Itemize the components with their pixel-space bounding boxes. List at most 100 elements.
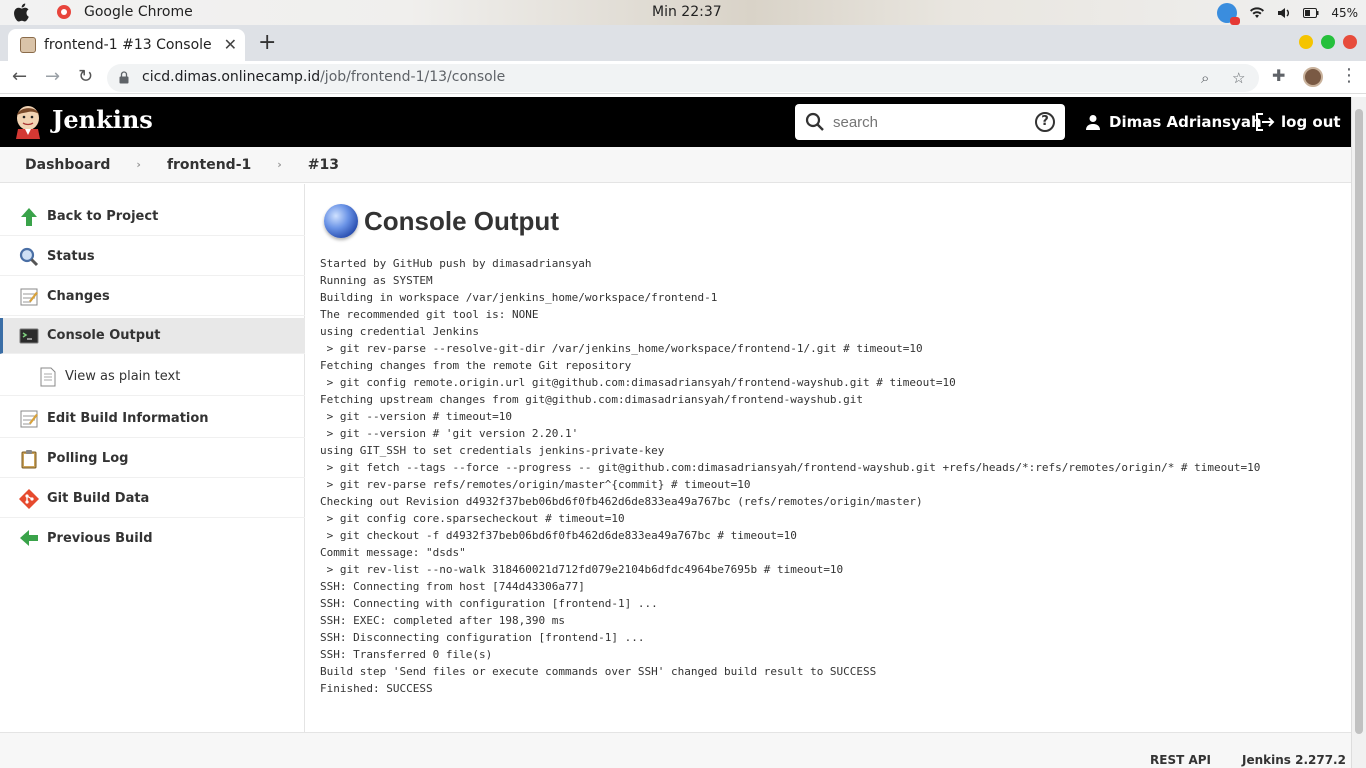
profile-avatar[interactable]	[1303, 67, 1323, 87]
user-link[interactable]: Dimas Adriansyah	[1085, 113, 1262, 131]
up-arrow-icon	[21, 207, 37, 226]
url-domain: cicd.dimas.onlinecamp.id	[142, 69, 321, 85]
console-line: using credential Jenkins	[320, 325, 479, 338]
console-line: Checking out Revision d4932f37beb06bd6f0…	[320, 495, 923, 508]
console-line: Building in workspace /var/jenkins_home/…	[320, 291, 718, 304]
console-line: Fetching changes from the remote Git rep…	[320, 359, 632, 372]
sidebar-item-polling-log[interactable]: Polling Log	[0, 440, 305, 478]
console-line: Finished: SUCCESS	[320, 682, 433, 695]
sidebar-item-label: Changes	[47, 289, 110, 304]
console-line: > git checkout -f d4932f37beb06bd6f0fb46…	[320, 529, 797, 542]
jenkins-version-link[interactable]: Jenkins 2.277.2	[1242, 753, 1346, 767]
scrollbar-thumb[interactable]	[1355, 109, 1363, 734]
user-name: Dimas Adriansyah	[1109, 113, 1262, 131]
console-line: > git rev-parse refs/remotes/origin/mast…	[320, 478, 751, 491]
sidebar-item-git-build-data[interactable]: Git Build Data	[0, 480, 305, 518]
extensions-puzzle-icon[interactable]: ✚	[1272, 66, 1285, 85]
jenkins-brand[interactable]: Jenkins	[52, 105, 153, 134]
console-line: > git --version # timeout=10	[320, 410, 513, 423]
console-line: SSH: Connecting from host [744d43306a77]	[320, 580, 585, 593]
console-line: Running as SYSTEM	[320, 274, 433, 287]
forward-arrow-icon[interactable]: →	[45, 66, 60, 87]
breadcrumb-build[interactable]: #13	[294, 157, 353, 173]
sidebar-item-previous-build[interactable]: Previous Build	[0, 519, 305, 557]
search-box: ?	[795, 104, 1065, 140]
console-line: Commit message: "dsds"	[320, 546, 466, 559]
bookmark-star-icon[interactable]: ☆	[1232, 69, 1245, 87]
magnifier-icon	[19, 247, 39, 266]
close-tab-icon[interactable]: ✕	[224, 35, 237, 54]
os-tray: 45%	[1217, 3, 1358, 25]
maximize-button[interactable]	[1321, 35, 1335, 49]
terminal-icon	[19, 328, 39, 343]
git-icon	[19, 488, 39, 509]
console-line: > git fetch --tags --force --progress --…	[320, 461, 1261, 474]
os-app-name[interactable]: Google Chrome	[84, 4, 193, 20]
console-line: The recommended git tool is: NONE	[320, 308, 539, 321]
back-arrow-icon[interactable]: ←	[12, 66, 27, 87]
console-line: > git rev-list --no-walk 318460021d712fd…	[320, 563, 844, 576]
help-icon[interactable]: ?	[1035, 112, 1055, 132]
address-bar[interactable]: cicd.dimas.onlinecamp.id/job/frontend-1/…	[107, 64, 1259, 92]
reload-icon[interactable]: ↻	[78, 66, 93, 87]
console-line: > git --version # 'git version 2.20.1'	[320, 427, 579, 440]
sidebar-item-view-plain-text[interactable]: View as plain text	[0, 358, 305, 396]
blue-ball-status-icon	[324, 204, 358, 238]
lock-icon[interactable]	[119, 71, 129, 84]
close-window-button[interactable]	[1343, 35, 1357, 49]
zoom-icon[interactable]: ⌕	[1201, 69, 1209, 87]
rest-api-link[interactable]: REST API	[1150, 753, 1211, 767]
tab-title: frontend-1 #13 Console [	[44, 37, 214, 53]
breadcrumb-chevron-icon[interactable]: ›	[265, 158, 294, 171]
document-icon	[40, 367, 56, 386]
jenkins-logo-icon[interactable]	[12, 103, 44, 139]
sidebar-item-console-output[interactable]: Console Output	[0, 318, 305, 354]
sidebar-item-label: Status	[47, 249, 95, 264]
console-line: SSH: EXEC: completed after 198,390 ms	[320, 614, 566, 627]
breadcrumb-chevron-icon[interactable]: ›	[124, 158, 153, 171]
console-line: Build step 'Send files or execute comman…	[320, 665, 877, 678]
os-clock[interactable]: Min 22:37	[652, 4, 722, 20]
notepad-icon	[20, 288, 38, 305]
volume-icon[interactable]	[1277, 6, 1291, 20]
minimize-button[interactable]	[1299, 35, 1313, 49]
sidebar-item-label: Git Build Data	[47, 491, 150, 506]
notification-app-icon[interactable]	[1217, 3, 1241, 25]
url-path: /job/frontend-1/13/console	[320, 69, 506, 85]
page-title: Console Output	[364, 205, 559, 236]
sidebar: Back to Project Status Changes Console O…	[0, 184, 305, 732]
footer: REST API Jenkins 2.277.2	[0, 732, 1351, 768]
sidebar-item-label: Console Output	[47, 328, 161, 343]
breadcrumb: Dashboard › frontend-1 › #13	[0, 147, 1351, 183]
sidebar-item-status[interactable]: Status	[0, 238, 305, 276]
console-line: SSH: Connecting with configuration [fron…	[320, 597, 658, 610]
browser-menu-icon[interactable]: ⋮	[1340, 65, 1358, 86]
breadcrumb-dashboard[interactable]: Dashboard	[0, 157, 124, 173]
browser-toolbar: ← → ↻ cicd.dimas.onlinecamp.id/job/front…	[0, 61, 1366, 94]
console-line: > git config core.sparsecheckout # timeo…	[320, 512, 625, 525]
browser-tab[interactable]: frontend-1 #13 Console [ ✕	[8, 29, 245, 61]
sidebar-item-back-to-project[interactable]: Back to Project	[0, 198, 305, 236]
console-line: SSH: Disconnecting configuration [fronte…	[320, 631, 645, 644]
logout-link[interactable]: log out	[1255, 113, 1341, 131]
console-line: Started by GitHub push by dimasadriansya…	[320, 257, 592, 270]
page-scrollbar[interactable]	[1351, 97, 1366, 768]
sidebar-item-edit-build-information[interactable]: Edit Build Information	[0, 400, 305, 438]
sidebar-item-changes[interactable]: Changes	[0, 278, 305, 316]
search-input[interactable]	[833, 111, 1028, 133]
url-text[interactable]: cicd.dimas.onlinecamp.id/job/frontend-1/…	[142, 69, 505, 85]
notepad-edit-icon	[20, 410, 38, 427]
wifi-icon[interactable]	[1249, 6, 1265, 20]
new-tab-button[interactable]: +	[258, 30, 276, 55]
sidebar-item-label: View as plain text	[65, 369, 181, 384]
sidebar-item-label: Polling Log	[47, 451, 129, 466]
sidebar-item-label: Edit Build Information	[47, 411, 209, 426]
sidebar-item-label: Previous Build	[47, 530, 153, 546]
console-output-text: Started by GitHub push by dimasadriansya…	[320, 255, 1340, 697]
chrome-icon	[57, 5, 71, 19]
breadcrumb-job[interactable]: frontend-1	[153, 157, 265, 173]
page-heading: Console Output	[324, 204, 559, 238]
console-line: using GIT_SSH to set credentials jenkins…	[320, 444, 665, 457]
apple-icon[interactable]	[13, 3, 31, 22]
battery-icon[interactable]	[1303, 8, 1319, 18]
